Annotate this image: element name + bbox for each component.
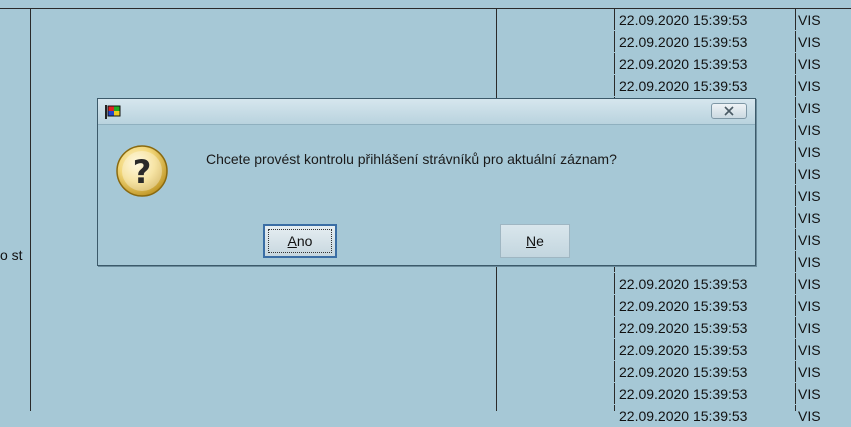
table-row[interactable]: 22.09.2020 15:39:53 VIS xyxy=(614,273,851,295)
user-cell: VIS xyxy=(798,298,821,314)
user-cell: VIS xyxy=(798,12,821,28)
date-cell: 22.09.2020 15:39:53 xyxy=(619,78,748,94)
date-cell: 22.09.2020 15:39:53 xyxy=(619,298,748,314)
date-cell: 22.09.2020 15:39:53 xyxy=(619,408,748,424)
no-button[interactable]: Ne xyxy=(500,224,570,258)
table-row[interactable]: 22.09.2020 15:39:53 VIS xyxy=(614,339,851,361)
user-cell: VIS xyxy=(798,408,821,424)
confirm-dialog: ? Chcete provést kontrolu přihlášení str… xyxy=(97,98,756,266)
user-cell: VIS xyxy=(798,122,821,138)
no-accelerator: N xyxy=(526,233,537,249)
user-cell: VIS xyxy=(798,232,821,248)
close-button[interactable] xyxy=(711,103,747,119)
date-cell: 22.09.2020 15:39:53 xyxy=(619,34,748,50)
user-cell: VIS xyxy=(798,166,821,182)
date-cell: 22.09.2020 15:39:53 xyxy=(619,56,748,72)
date-cell: 22.09.2020 15:39:53 xyxy=(619,276,748,292)
user-cell: VIS xyxy=(798,34,821,50)
dialog-message: Chcete provést kontrolu přihlášení stráv… xyxy=(206,151,617,167)
user-cell: VIS xyxy=(798,78,821,94)
table-row[interactable]: 22.09.2020 15:39:53 VIS xyxy=(614,295,851,317)
date-cell: 22.09.2020 15:39:53 xyxy=(619,364,748,380)
user-cell: VIS xyxy=(798,254,821,270)
table-row[interactable]: 22.09.2020 15:39:53 VIS xyxy=(614,383,851,405)
date-cell: 22.09.2020 15:39:53 xyxy=(619,386,748,402)
table-row[interactable]: 22.09.2020 15:39:53 VIS xyxy=(614,405,851,427)
truncated-cell-text: o st xyxy=(0,247,23,263)
user-cell: VIS xyxy=(798,188,821,204)
date-cell: 22.09.2020 15:39:53 xyxy=(619,320,748,336)
yes-button[interactable]: Ano xyxy=(263,224,337,258)
user-cell: VIS xyxy=(798,276,821,292)
question-icon: ? xyxy=(112,141,172,201)
user-cell: VIS xyxy=(798,386,821,402)
flag-app-icon xyxy=(104,104,122,120)
user-cell: VIS xyxy=(798,364,821,380)
user-cell: VIS xyxy=(798,100,821,116)
user-cell: VIS xyxy=(798,56,821,72)
dialog-titlebar[interactable] xyxy=(98,99,755,125)
user-cell: VIS xyxy=(798,342,821,358)
table-row[interactable]: 22.09.2020 15:39:53 VIS xyxy=(614,75,851,97)
no-label: e xyxy=(536,233,544,249)
table-row[interactable]: 22.09.2020 15:39:53 VIS xyxy=(614,361,851,383)
table-row[interactable]: 22.09.2020 15:39:53 VIS xyxy=(614,9,851,31)
table-row[interactable]: 22.09.2020 15:39:53 VIS xyxy=(614,317,851,339)
user-cell: VIS xyxy=(798,210,821,226)
column-divider xyxy=(30,8,31,411)
svg-text:?: ? xyxy=(133,153,152,191)
user-cell: VIS xyxy=(798,144,821,160)
table-row[interactable]: 22.09.2020 15:39:53 VIS xyxy=(614,31,851,53)
user-cell: VIS xyxy=(798,320,821,336)
date-cell: 22.09.2020 15:39:53 xyxy=(619,12,748,28)
table-row[interactable]: 22.09.2020 15:39:53 VIS xyxy=(614,53,851,75)
date-cell: 22.09.2020 15:39:53 xyxy=(619,342,748,358)
focus-ring xyxy=(268,229,332,253)
close-x-icon xyxy=(724,106,734,116)
